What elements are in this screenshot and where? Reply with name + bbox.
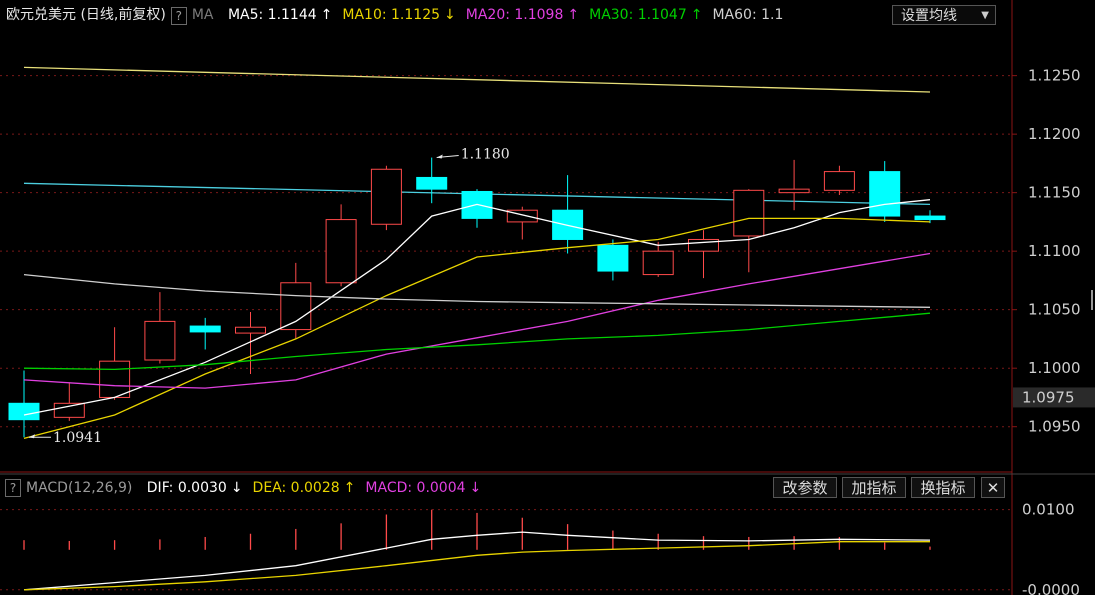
candle-body [325, 219, 357, 284]
price-tick-label: 1.0950 [1028, 418, 1081, 436]
candle [99, 327, 131, 400]
candle [53, 382, 85, 421]
price-tick-label: 1.1050 [1028, 301, 1081, 319]
candle-body [144, 320, 176, 361]
candle [235, 312, 266, 375]
ma-settings-dropdown[interactable]: 设置均线 ▼ [892, 5, 996, 25]
candlestick-series [8, 157, 946, 438]
chevron-down-icon: ▼ [981, 10, 989, 21]
candle-body [733, 189, 765, 237]
macd-arrow-icon: ↓ [469, 480, 482, 496]
dif-value: DIF: 0.0030 ↓ [147, 476, 243, 500]
add-indicator-button[interactable]: 加指标 [842, 477, 906, 498]
candle [144, 292, 176, 364]
candle-body [642, 250, 674, 276]
macd-tick-label: -0.0000 [1022, 581, 1080, 595]
price-annotations: 1.1180 1.0941 [29, 147, 510, 446]
candle-body [99, 360, 131, 398]
candle-body [370, 168, 402, 225]
price-tick-label: 1.1000 [1028, 359, 1081, 377]
macd-tick-label: 0.0100 [1022, 501, 1075, 519]
candle-body [235, 326, 266, 334]
close-icon[interactable]: ✕ [981, 477, 1005, 498]
candle-body [778, 188, 810, 194]
ma30-value: MA30: 1.1047 ↑ [589, 0, 702, 30]
macd-help-icon[interactable]: ? [5, 479, 21, 497]
macd-value: MACD: 0.0004 ↓ [365, 476, 481, 500]
annotation-label: 1.0941 [53, 430, 102, 446]
ma20-value: MA20: 1.1098 ↑ [466, 0, 579, 30]
candle-body [869, 171, 901, 217]
candle-body [597, 244, 629, 272]
candle [869, 161, 901, 222]
ma5-arrow-icon: ↑ [320, 7, 333, 23]
help-icon[interactable]: ? [170, 7, 187, 25]
dea-arrow-icon: ↑ [343, 480, 356, 496]
price-tick-label: 1.1250 [1028, 67, 1081, 85]
candle-body [53, 402, 85, 418]
trend-line [23, 66, 931, 93]
price-axis: 1.1250 1.1200 1.1150 1.1100 1.1050 1.1000 1.09… [1012, 67, 1095, 595]
candle [688, 230, 719, 279]
current-price-label: 1.0975 [1022, 388, 1075, 406]
switch-indicator-button[interactable]: 换指标 [911, 477, 975, 498]
candle [416, 157, 448, 204]
grid-lines [0, 0, 1095, 595]
dea-value: DEA: 0.0028 ↑ [253, 476, 356, 500]
candle-body [914, 215, 946, 221]
ma20-arrow-icon: ↑ [567, 7, 580, 23]
ma-values: MA5: 1.1144 ↑ MA10: 1.1125 ↓ MA20: 1.1098 ↑ MA… [218, 0, 783, 30]
dif-arrow-icon: ↓ [230, 480, 243, 496]
chart-header: 欧元兑美元 (日线,前复权)? MA MA5: 1.1144 ↑ MA10: 1.11… [0, 0, 1010, 30]
ma10-arrow-icon: ↓ [444, 7, 456, 23]
change-params-button[interactable]: 改参数 [773, 477, 837, 498]
ma60-value: MA60: 1.1 [712, 7, 784, 23]
candle-body [189, 325, 221, 333]
candle [325, 204, 357, 287]
candle [370, 165, 402, 231]
ma30-arrow-icon: ↑ [690, 7, 703, 23]
price-tick-label: 1.1200 [1028, 125, 1081, 143]
candle [461, 189, 493, 228]
macd-label: MACD(12,26,9) [26, 480, 133, 496]
candle [778, 159, 810, 211]
annotation-label: 1.1180 [461, 147, 510, 163]
candle-body [823, 171, 855, 191]
price-tick-label: 1.1150 [1028, 184, 1081, 202]
candle [506, 206, 538, 240]
candle [280, 262, 312, 339]
candle [552, 175, 584, 254]
candle [597, 239, 629, 281]
ma5-value: MA5: 1.1144 ↑ [228, 0, 332, 30]
candle [189, 317, 221, 350]
candle-body [8, 402, 40, 421]
ma10-value: MA10: 1.1125 ↓ [342, 0, 455, 30]
candle-body [416, 176, 448, 190]
chart-canvas: 1.1250 1.1200 1.1150 1.1100 1.1050 1.1000 1.09… [0, 0, 1095, 595]
candle [642, 241, 674, 277]
ma-label: MA [191, 7, 214, 23]
candle-body [280, 282, 312, 331]
candle [733, 189, 765, 273]
candle [823, 165, 855, 195]
price-tick-label: 1.1100 [1028, 242, 1081, 260]
instrument-title: 欧元兑美元 (日线,前复权) [6, 7, 166, 23]
